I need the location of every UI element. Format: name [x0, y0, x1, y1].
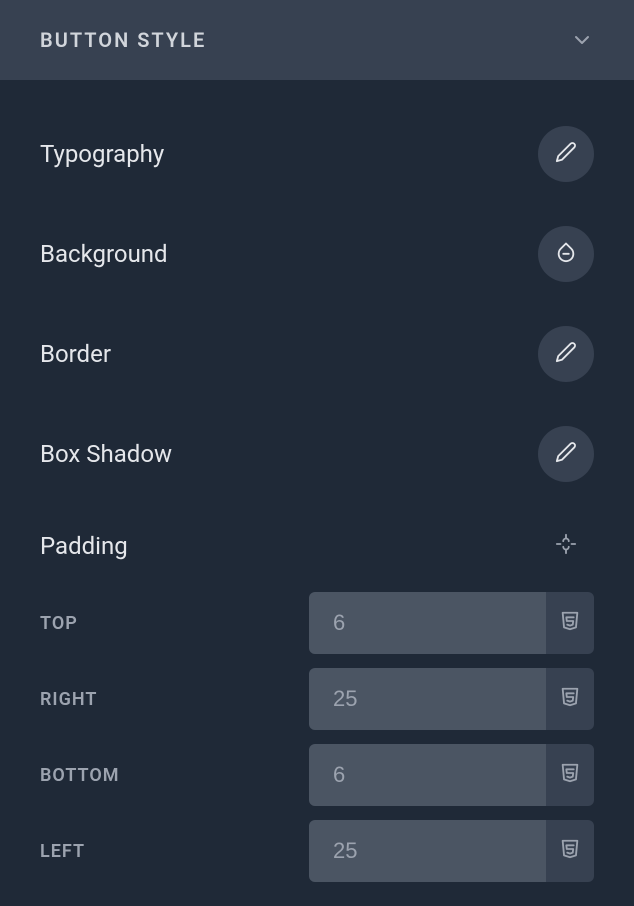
padding-left-input-wrapper: [309, 820, 594, 882]
typography-row: Typography: [40, 104, 594, 204]
padding-left-unit-button[interactable]: [546, 820, 594, 882]
padding-top-group: TOP: [40, 592, 594, 654]
border-label: Border: [40, 340, 111, 368]
pencil-icon: [555, 441, 577, 467]
padding-bottom-label: BOTTOM: [40, 765, 120, 786]
boxshadow-row: Box Shadow: [40, 404, 594, 504]
section-content: Typography Background Border: [0, 80, 634, 906]
border-edit-button[interactable]: [538, 326, 594, 382]
background-row: Background: [40, 204, 594, 304]
padding-right-label: RIGHT: [40, 689, 97, 710]
padding-label: Padding: [40, 532, 128, 560]
chevron-down-icon: [570, 28, 594, 52]
droplet-icon: [555, 241, 577, 267]
padding-left-group: LEFT: [40, 820, 594, 882]
css-unit-icon: [559, 609, 581, 637]
padding-top-input[interactable]: [309, 592, 546, 654]
background-label: Background: [40, 240, 168, 268]
css-unit-icon: [559, 685, 581, 713]
background-color-button[interactable]: [538, 226, 594, 282]
boxshadow-edit-button[interactable]: [538, 426, 594, 482]
padding-link-button[interactable]: [538, 526, 594, 566]
section-header[interactable]: BUTTON STYLE: [0, 0, 634, 80]
padding-bottom-input-wrapper: [309, 744, 594, 806]
padding-left-label: LEFT: [40, 841, 85, 862]
padding-right-input[interactable]: [309, 668, 546, 730]
padding-top-unit-button[interactable]: [546, 592, 594, 654]
pencil-icon: [555, 141, 577, 167]
section-title: BUTTON STYLE: [40, 28, 206, 52]
padding-bottom-input[interactable]: [309, 744, 546, 806]
padding-bottom-group: BOTTOM: [40, 744, 594, 806]
padding-right-unit-button[interactable]: [546, 668, 594, 730]
padding-top-label: TOP: [40, 613, 78, 634]
padding-top-input-wrapper: [309, 592, 594, 654]
padding-left-input[interactable]: [309, 820, 546, 882]
padding-bottom-unit-button[interactable]: [546, 744, 594, 806]
css-unit-icon: [559, 837, 581, 865]
typography-edit-button[interactable]: [538, 126, 594, 182]
padding-right-input-wrapper: [309, 668, 594, 730]
css-unit-icon: [559, 761, 581, 789]
padding-row: Padding: [40, 504, 594, 578]
pencil-icon: [555, 341, 577, 367]
unlink-icon: [555, 533, 577, 559]
typography-label: Typography: [40, 140, 164, 168]
boxshadow-label: Box Shadow: [40, 440, 172, 468]
border-row: Border: [40, 304, 594, 404]
padding-right-group: RIGHT: [40, 668, 594, 730]
